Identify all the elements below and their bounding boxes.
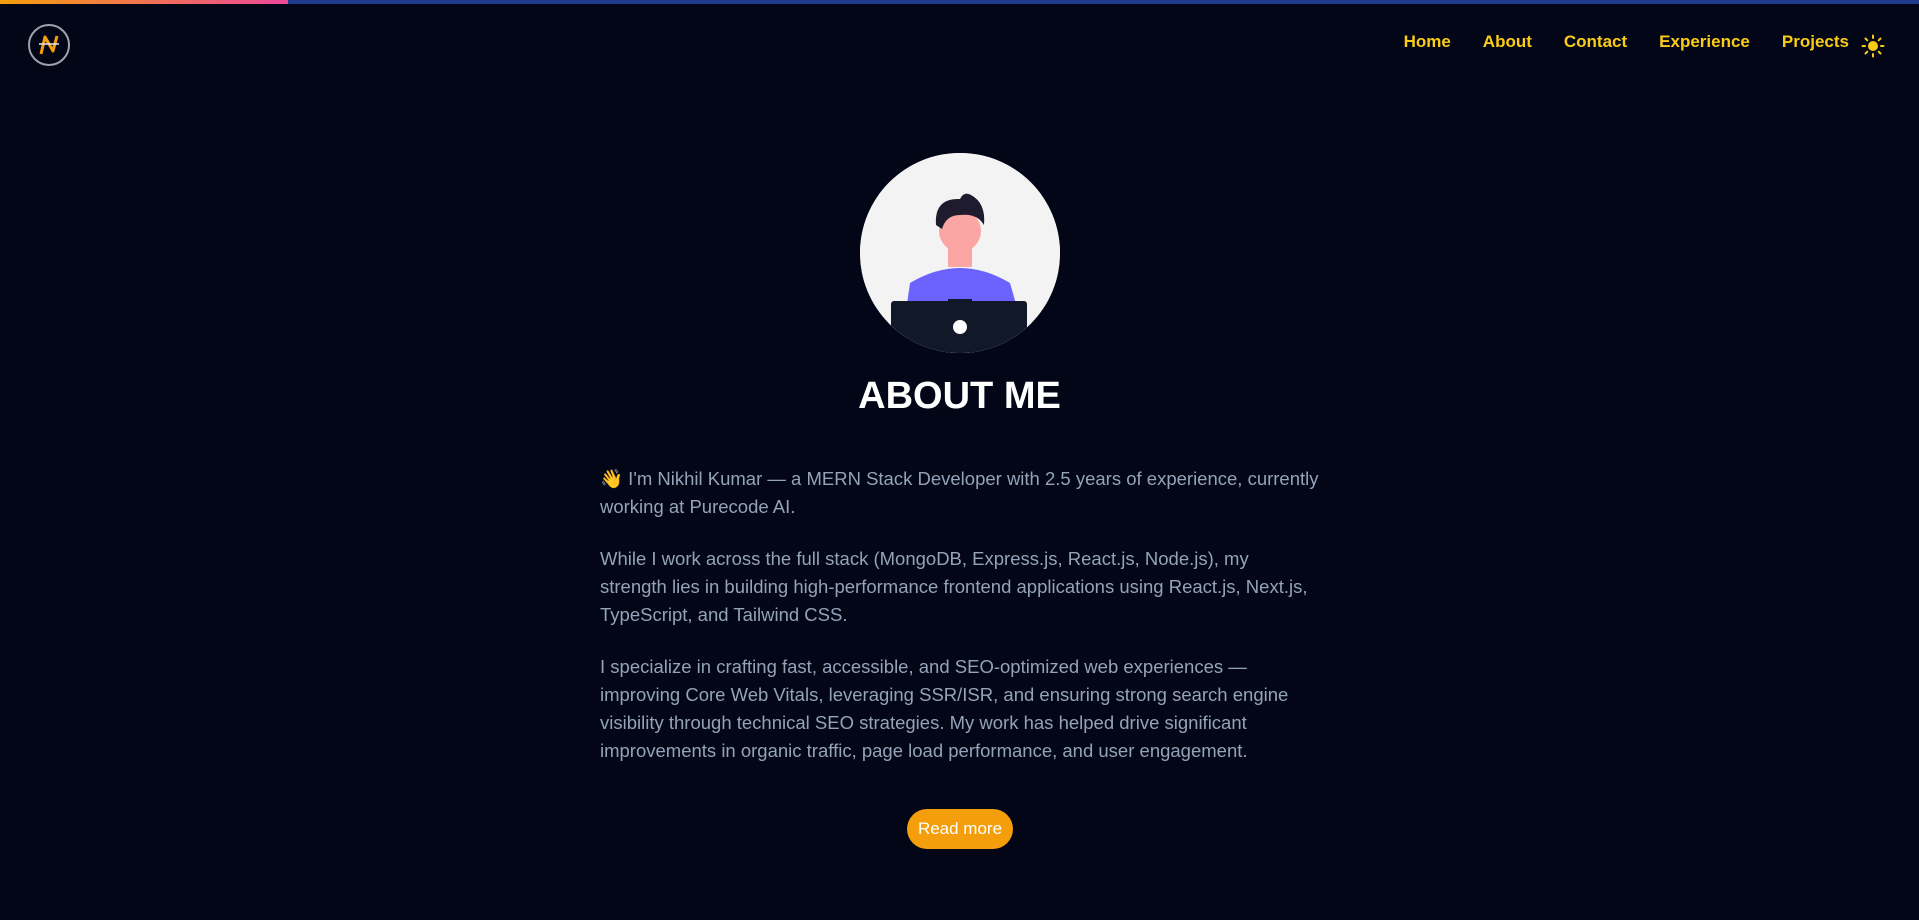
about-paragraph-seo: I specialize in crafting fast, accessibl…	[600, 656, 1289, 761]
site-header: Home About Contact Experience Projects	[0, 4, 1919, 84]
about-content: 👋 I'm Nikhil Kumar — a MERN Stack Develo…	[600, 465, 1320, 789]
nav-contact[interactable]: Contact	[1564, 32, 1627, 52]
about-paragraph-intro: 👋 I'm Nikhil Kumar — a MERN Stack Develo…	[600, 468, 1319, 517]
page-title: ABOUT ME	[858, 375, 1061, 417]
nav-about[interactable]: About	[1483, 32, 1532, 52]
about-paragraph-stack: While I work across the full stack (Mong…	[600, 548, 1308, 625]
nav-experience[interactable]: Experience	[1659, 32, 1750, 52]
sun-icon[interactable]	[1861, 34, 1885, 58]
nk-logo-icon[interactable]	[28, 24, 70, 66]
nav-projects[interactable]: Projects	[1782, 32, 1849, 52]
developer-avatar-icon	[860, 153, 1060, 353]
read-more-button[interactable]: Read more	[907, 809, 1013, 849]
main-nav: Home About Contact Experience Projects	[1404, 32, 1849, 52]
nav-home[interactable]: Home	[1404, 32, 1451, 52]
